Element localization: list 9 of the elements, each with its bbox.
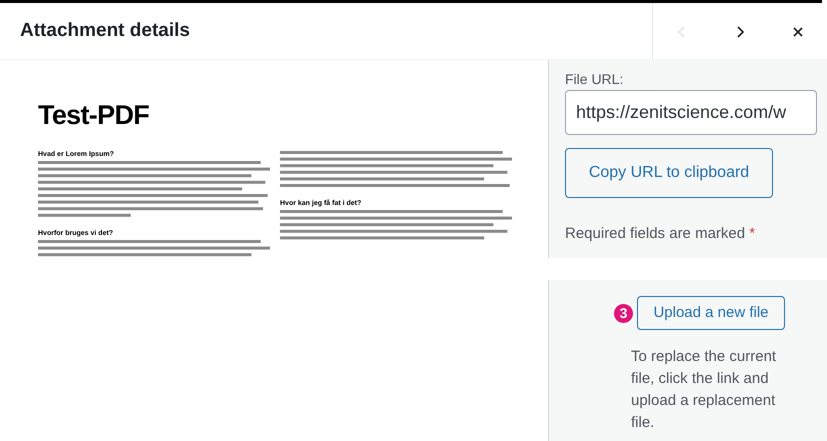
required-fields-note: Required fields are marked *: [565, 224, 756, 244]
upload-new-file-button[interactable]: Upload a new file: [637, 296, 785, 330]
url-field[interactable]: https://zenitscience.com/w: [565, 90, 817, 135]
field-label: File URL:: [565, 72, 624, 89]
step-badge: 3: [614, 304, 633, 322]
dialog-title: Attachment details: [20, 18, 190, 43]
replace-description: To replace the current file, click the link and upload a replacement file.: [631, 347, 778, 433]
pdf-title: Test-PDF: [38, 102, 150, 129]
copy-url-button[interactable]: Copy URL to clipboard: [565, 148, 773, 198]
